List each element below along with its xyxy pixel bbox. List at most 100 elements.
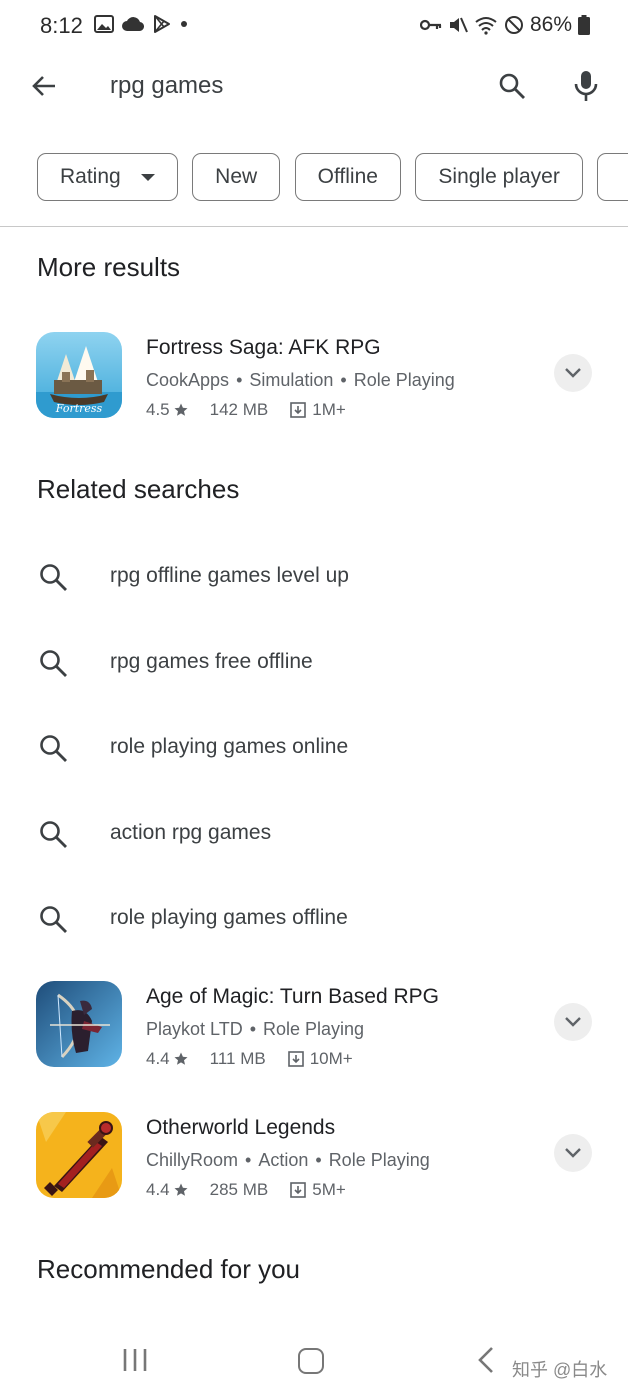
search-icon (499, 73, 525, 99)
back-button[interactable] (24, 66, 64, 106)
section-title-recommended: Recommended for you (37, 1254, 301, 1284)
app-category: Role Playing (328, 1150, 430, 1170)
nav-back-button[interactable] (476, 1346, 496, 1379)
app-size: 111 MB (209, 1049, 266, 1068)
download-icon (287, 1051, 304, 1067)
key-icon (419, 18, 442, 32)
chip-label: Rating (60, 165, 121, 188)
app-category: Role Playing (353, 370, 455, 390)
recent-apps-button[interactable] (122, 1348, 148, 1377)
app-icon-otherworld-legends (36, 1112, 122, 1198)
search-icon (40, 906, 67, 933)
app-rating: 4.4 (146, 1180, 170, 1199)
app-item-fortress-saga[interactable]: Fortress Fortress Saga: AFK RPG CookApps… (36, 332, 596, 424)
app-category: Action (258, 1150, 309, 1170)
app-rating: 4.4 (146, 1049, 170, 1068)
filter-chips: Rating New Offline Single player (37, 153, 628, 201)
search-icon (40, 564, 67, 591)
expand-button[interactable] (554, 354, 592, 392)
chip-label: Single player (438, 165, 560, 188)
chip-label (620, 165, 628, 189)
status-time: 8:12 (40, 13, 83, 38)
watermark: 知乎 @白水 (512, 1360, 608, 1380)
related-search-item[interactable]: rpg games free offline (0, 632, 628, 692)
star-icon (174, 1183, 188, 1196)
app-size: 285 MB (209, 1180, 269, 1199)
related-search-text: rpg games free offline (110, 650, 313, 673)
search-bar: rpg games (0, 60, 628, 116)
arrow-back-icon (32, 76, 55, 96)
app-downloads: 5M+ (312, 1180, 346, 1199)
app-title: Fortress Saga: AFK RPG (146, 336, 381, 359)
app-icon-age-of-magic (36, 981, 122, 1067)
app-stats: 4.4 285 MB 5M+ (146, 1180, 346, 1200)
chip-label: New (215, 165, 258, 188)
microphone-icon (574, 71, 598, 101)
gallery-icon (94, 15, 114, 33)
download-icon (290, 1182, 307, 1198)
cloud-icon (122, 16, 144, 32)
app-developer: CookApps (146, 370, 230, 390)
svg-text:Fortress: Fortress (55, 402, 103, 415)
dropdown-arrow-icon (140, 173, 155, 181)
divider (0, 226, 628, 227)
chip-label: Offline (317, 165, 378, 188)
app-meta: ChillyRoom • Action • Role Playing (146, 1150, 430, 1170)
expand-button[interactable] (554, 1134, 592, 1172)
wifi-icon (474, 15, 498, 35)
battery-percent: 86% (529, 13, 572, 36)
related-search-item[interactable]: rpg offline games level up (0, 546, 628, 606)
search-icon (40, 650, 67, 677)
chip-more[interactable] (597, 153, 628, 201)
home-button[interactable] (298, 1348, 324, 1374)
status-right-icons: 86% (419, 13, 590, 37)
system-nav-bar: 知乎 @白水 (0, 1330, 628, 1396)
app-meta: Playkot LTD • Role Playing (146, 1019, 365, 1039)
app-item-otherworld-legends[interactable]: Otherworld Legends ChillyRoom • Action • Rol… (36, 1112, 596, 1204)
chip-new[interactable]: New (192, 153, 281, 201)
app-size: 142 MB (209, 400, 269, 419)
app-category: Simulation (249, 370, 334, 390)
app-stats: 4.5 142 MB 1M+ (146, 400, 346, 420)
search-icon (40, 735, 67, 762)
app-rating: 4.5 (146, 400, 170, 419)
voice-search-button[interactable] (566, 66, 606, 106)
related-search-text: rpg offline games level up (110, 564, 349, 587)
app-title: Otherworld Legends (146, 1116, 336, 1139)
section-title-more-results: More results (37, 252, 181, 282)
app-item-age-of-magic[interactable]: Age of Magic: Turn Based RPG Playkot LTD… (36, 981, 596, 1073)
chevron-down-icon (565, 368, 581, 378)
status-bar: 8:12 86% (0, 0, 628, 54)
related-search-text: action rpg games (110, 821, 272, 844)
search-query[interactable]: rpg games (110, 72, 223, 100)
chip-single-player[interactable]: Single player (415, 153, 583, 201)
search-button[interactable] (492, 66, 532, 106)
app-icon-fortress-saga: Fortress (36, 332, 122, 418)
related-search-item[interactable]: action rpg games (0, 803, 628, 863)
app-stats: 4.4 111 MB 10M+ (146, 1049, 353, 1069)
chip-offline[interactable]: Offline (294, 153, 401, 201)
chip-rating[interactable]: Rating (37, 153, 178, 201)
star-icon (174, 403, 188, 416)
status-left-icons (94, 14, 188, 34)
download-icon (290, 402, 307, 418)
related-search-item[interactable]: role playing games offline (0, 888, 628, 948)
do-not-disturb-icon (504, 15, 524, 35)
app-developer: ChillyRoom (146, 1150, 239, 1170)
star-icon (174, 1052, 188, 1065)
search-icon (40, 821, 67, 848)
play-store-icon (152, 14, 172, 34)
expand-button[interactable] (554, 1003, 592, 1041)
chevron-down-icon (565, 1148, 581, 1158)
related-search-text: role playing games online (110, 735, 349, 758)
app-title: Age of Magic: Turn Based RPG (146, 985, 439, 1008)
related-search-item[interactable]: role playing games online (0, 717, 628, 777)
chevron-down-icon (565, 1017, 581, 1027)
app-meta: CookApps • Simulation • Role Playing (146, 370, 455, 390)
app-developer: Playkot LTD (146, 1019, 243, 1039)
mute-icon (448, 15, 468, 35)
app-downloads: 1M+ (312, 400, 346, 419)
battery-icon (578, 15, 590, 35)
app-downloads: 10M+ (309, 1049, 353, 1068)
chevron-left-icon (478, 1347, 493, 1373)
